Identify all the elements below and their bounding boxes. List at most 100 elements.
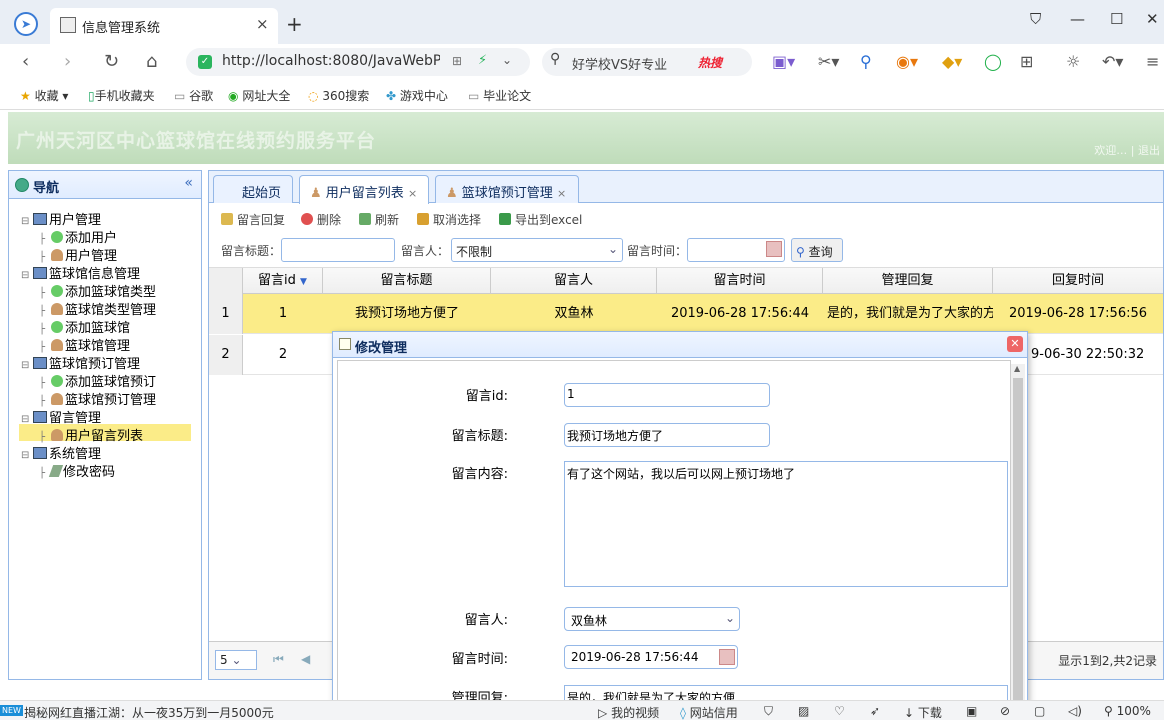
scroll-up-icon[interactable]: ▲ xyxy=(1014,364,1020,373)
bookmark-games[interactable]: ✤ 游戏中心 xyxy=(386,87,448,104)
speaker-icon[interactable]: ◁) xyxy=(1068,704,1082,718)
tree-item[interactable]: ├ 添加篮球馆 xyxy=(39,317,130,336)
collapse-toggle-icon[interactable]: ⊟ xyxy=(21,216,33,227)
forward-icon[interactable]: › xyxy=(64,51,71,72)
brightness-icon[interactable]: ☼ xyxy=(1066,52,1080,71)
back-icon[interactable]: ‹ xyxy=(22,51,29,72)
tab-message-list[interactable]: ♟ 用户留言列表 × xyxy=(299,175,429,204)
search-box[interactable]: ⚲ 好学校VS好专业 热搜 xyxy=(542,48,752,76)
maximize-button[interactable]: ☐ xyxy=(1110,10,1123,28)
apps-icon[interactable]: ⊞ xyxy=(1020,52,1033,71)
col-header-reply-time[interactable]: 回复时间 xyxy=(993,268,1163,294)
bookmark-mobile[interactable]: ▯手机收藏夹 xyxy=(88,87,155,104)
address-bar[interactable]: ✓ http://localhost:8080/JavaWebPr ⊞ ⚡ ⌄ xyxy=(186,48,530,76)
tree-item[interactable]: ├ 用户留言列表 xyxy=(39,425,143,444)
col-header-title[interactable]: 留言标题 xyxy=(323,268,491,294)
calendar-icon[interactable] xyxy=(766,241,782,257)
menu-icon[interactable]: ≡ xyxy=(1146,52,1159,71)
grid-icon[interactable]: ⊞ xyxy=(452,54,462,68)
download-link[interactable]: ↓ 下载 xyxy=(904,704,942,720)
table-row[interactable]: 1 1 我预订场地方便了 双鱼林 2019-06-28 17:56:44 是的，… xyxy=(209,294,1163,334)
header-links[interactable]: 欢迎… | 退出 xyxy=(1094,142,1160,158)
time-field[interactable]: 2019-06-28 17:56:44 xyxy=(564,645,738,669)
tree-group[interactable]: ⊟ 系统管理 xyxy=(21,443,101,462)
scissors-icon[interactable]: ✂▾ xyxy=(818,52,839,71)
prev-page-icon[interactable]: ◀ xyxy=(301,652,310,666)
user-select[interactable]: 双鱼林 ⌄ xyxy=(564,607,740,631)
tree-item[interactable]: ├ 添加篮球馆类型 xyxy=(39,281,156,300)
search-text[interactable]: 好学校VS好专业 xyxy=(572,54,667,73)
tree-group[interactable]: ⊟ 用户管理 xyxy=(21,209,101,228)
bookmark-favorites[interactable]: ★ 收藏 ▾ xyxy=(20,87,68,104)
close-tab-icon[interactable]: × xyxy=(256,15,269,33)
page-size-select[interactable]: 5 ⌄ xyxy=(215,650,257,670)
tree-item[interactable]: ├ 添加篮球馆预订 xyxy=(39,371,156,390)
collapse-icon[interactable]: « xyxy=(184,175,193,191)
scrollbar-thumb[interactable] xyxy=(1013,378,1023,708)
export-button[interactable]: 导出到excel xyxy=(499,211,582,228)
collapse-toggle-icon[interactable]: ⊟ xyxy=(21,270,33,281)
bookmark-hao[interactable]: ◉ 网址大全 xyxy=(228,87,290,104)
dialog-scrollbar[interactable]: ▲ xyxy=(1011,364,1025,720)
dialog-close-button[interactable]: ✕ xyxy=(1007,336,1023,352)
time-filter-input[interactable] xyxy=(687,238,785,262)
reply-button[interactable]: 留言回复 xyxy=(221,211,285,228)
shirt-icon[interactable]: ⛉ xyxy=(1030,10,1041,28)
title-filter-input[interactable] xyxy=(281,238,395,262)
id-field[interactable]: 1 xyxy=(564,383,770,407)
undo-icon[interactable]: ↶▾ xyxy=(1102,52,1123,71)
collapse-toggle-icon[interactable]: ⊟ xyxy=(21,450,33,461)
magnifier-icon[interactable]: ⚲ xyxy=(860,52,872,71)
minimize-button[interactable]: — xyxy=(1070,10,1085,28)
content-textarea[interactable]: 有了这个网站，我以后可以网上预订场地了 xyxy=(564,461,1008,587)
lightning-icon[interactable]: ⚡ xyxy=(478,53,487,68)
unselect-button[interactable]: 取消选择 xyxy=(417,211,481,228)
bookmark-thesis[interactable]: ▭ 毕业论文 xyxy=(468,87,531,104)
tree-group[interactable]: ⊟ 篮球馆预订管理 xyxy=(21,353,140,372)
news-ticker[interactable]: 揭秘网红直播江湖：从一夜35万到一月5000元 xyxy=(24,704,274,720)
collapse-toggle-icon[interactable]: ⊟ xyxy=(21,414,33,425)
tree-item[interactable]: ├ 篮球馆管理 xyxy=(39,335,130,354)
clean-icon[interactable]: ⊘ xyxy=(1000,704,1010,718)
close-window-button[interactable]: ✕ xyxy=(1146,10,1159,28)
heart-icon[interactable]: ♡ xyxy=(834,704,845,718)
tab-home[interactable]: 起始页 xyxy=(213,175,293,203)
site-trust-link[interactable]: ◊ 网站信用 xyxy=(680,704,738,720)
delete-button[interactable]: 删除 xyxy=(301,211,341,228)
translate-icon[interactable]: ▣▾ xyxy=(772,52,795,71)
tab-booking-manage[interactable]: ♟ 篮球馆预订管理 × xyxy=(435,175,579,203)
bookmark-google[interactable]: ▭ 谷歌 xyxy=(174,87,213,104)
tree-item[interactable]: ├ 篮球馆预订管理 xyxy=(39,389,156,408)
game-icon[interactable]: ◉▾ xyxy=(896,52,918,71)
tree-item[interactable]: ├ 用户管理 xyxy=(39,245,117,264)
refresh-button[interactable]: 刷新 xyxy=(359,211,399,228)
close-tab-icon[interactable]: × xyxy=(557,187,566,200)
hot-search-badge[interactable]: 热搜 xyxy=(698,54,722,71)
browser-logo-icon[interactable]: ➤ xyxy=(14,12,38,36)
zoom-level[interactable]: ⚲ 100% xyxy=(1104,704,1151,718)
tree-item[interactable]: ├ 修改密码 xyxy=(39,461,115,480)
col-header-reply[interactable]: 管理回复 xyxy=(823,268,993,294)
col-header-time[interactable]: 留言时间 xyxy=(657,268,823,294)
browser-tab[interactable]: 信息管理系统 × xyxy=(50,8,278,44)
home-icon[interactable]: ⌂ xyxy=(146,51,157,72)
tree-group[interactable]: ⊟ 留言管理 xyxy=(21,407,101,426)
tree-item[interactable]: ├ 篮球馆类型管理 xyxy=(39,299,156,318)
calendar-icon[interactable] xyxy=(719,649,735,665)
green-circle-icon[interactable]: ◯ xyxy=(984,52,1002,71)
tree-group[interactable]: ⊟ 篮球馆信息管理 xyxy=(21,263,140,282)
first-page-icon[interactable]: ⏮ xyxy=(273,652,284,667)
query-button[interactable]: ⚲ 查询 xyxy=(791,238,843,262)
chevron-down-icon[interactable]: ⌄ xyxy=(502,53,512,67)
coin-icon[interactable]: ◆▾ xyxy=(942,52,962,71)
bookmark-360[interactable]: ◌ 360搜索 xyxy=(308,87,369,104)
title-field[interactable]: 我预订场地方便了 xyxy=(564,423,770,447)
new-tab-button[interactable]: + xyxy=(286,12,303,36)
security-icon[interactable]: ⛉ xyxy=(764,704,773,719)
window-icon[interactable]: ▢ xyxy=(1034,704,1045,718)
image-icon[interactable]: ▨ xyxy=(798,704,809,718)
user-filter-select[interactable]: 不限制 ⌄ xyxy=(451,238,623,262)
rocket-icon[interactable]: ➶ xyxy=(870,704,880,718)
tree-item[interactable]: ├ 添加用户 xyxy=(39,227,117,246)
lock-icon[interactable]: ▣ xyxy=(966,704,977,718)
